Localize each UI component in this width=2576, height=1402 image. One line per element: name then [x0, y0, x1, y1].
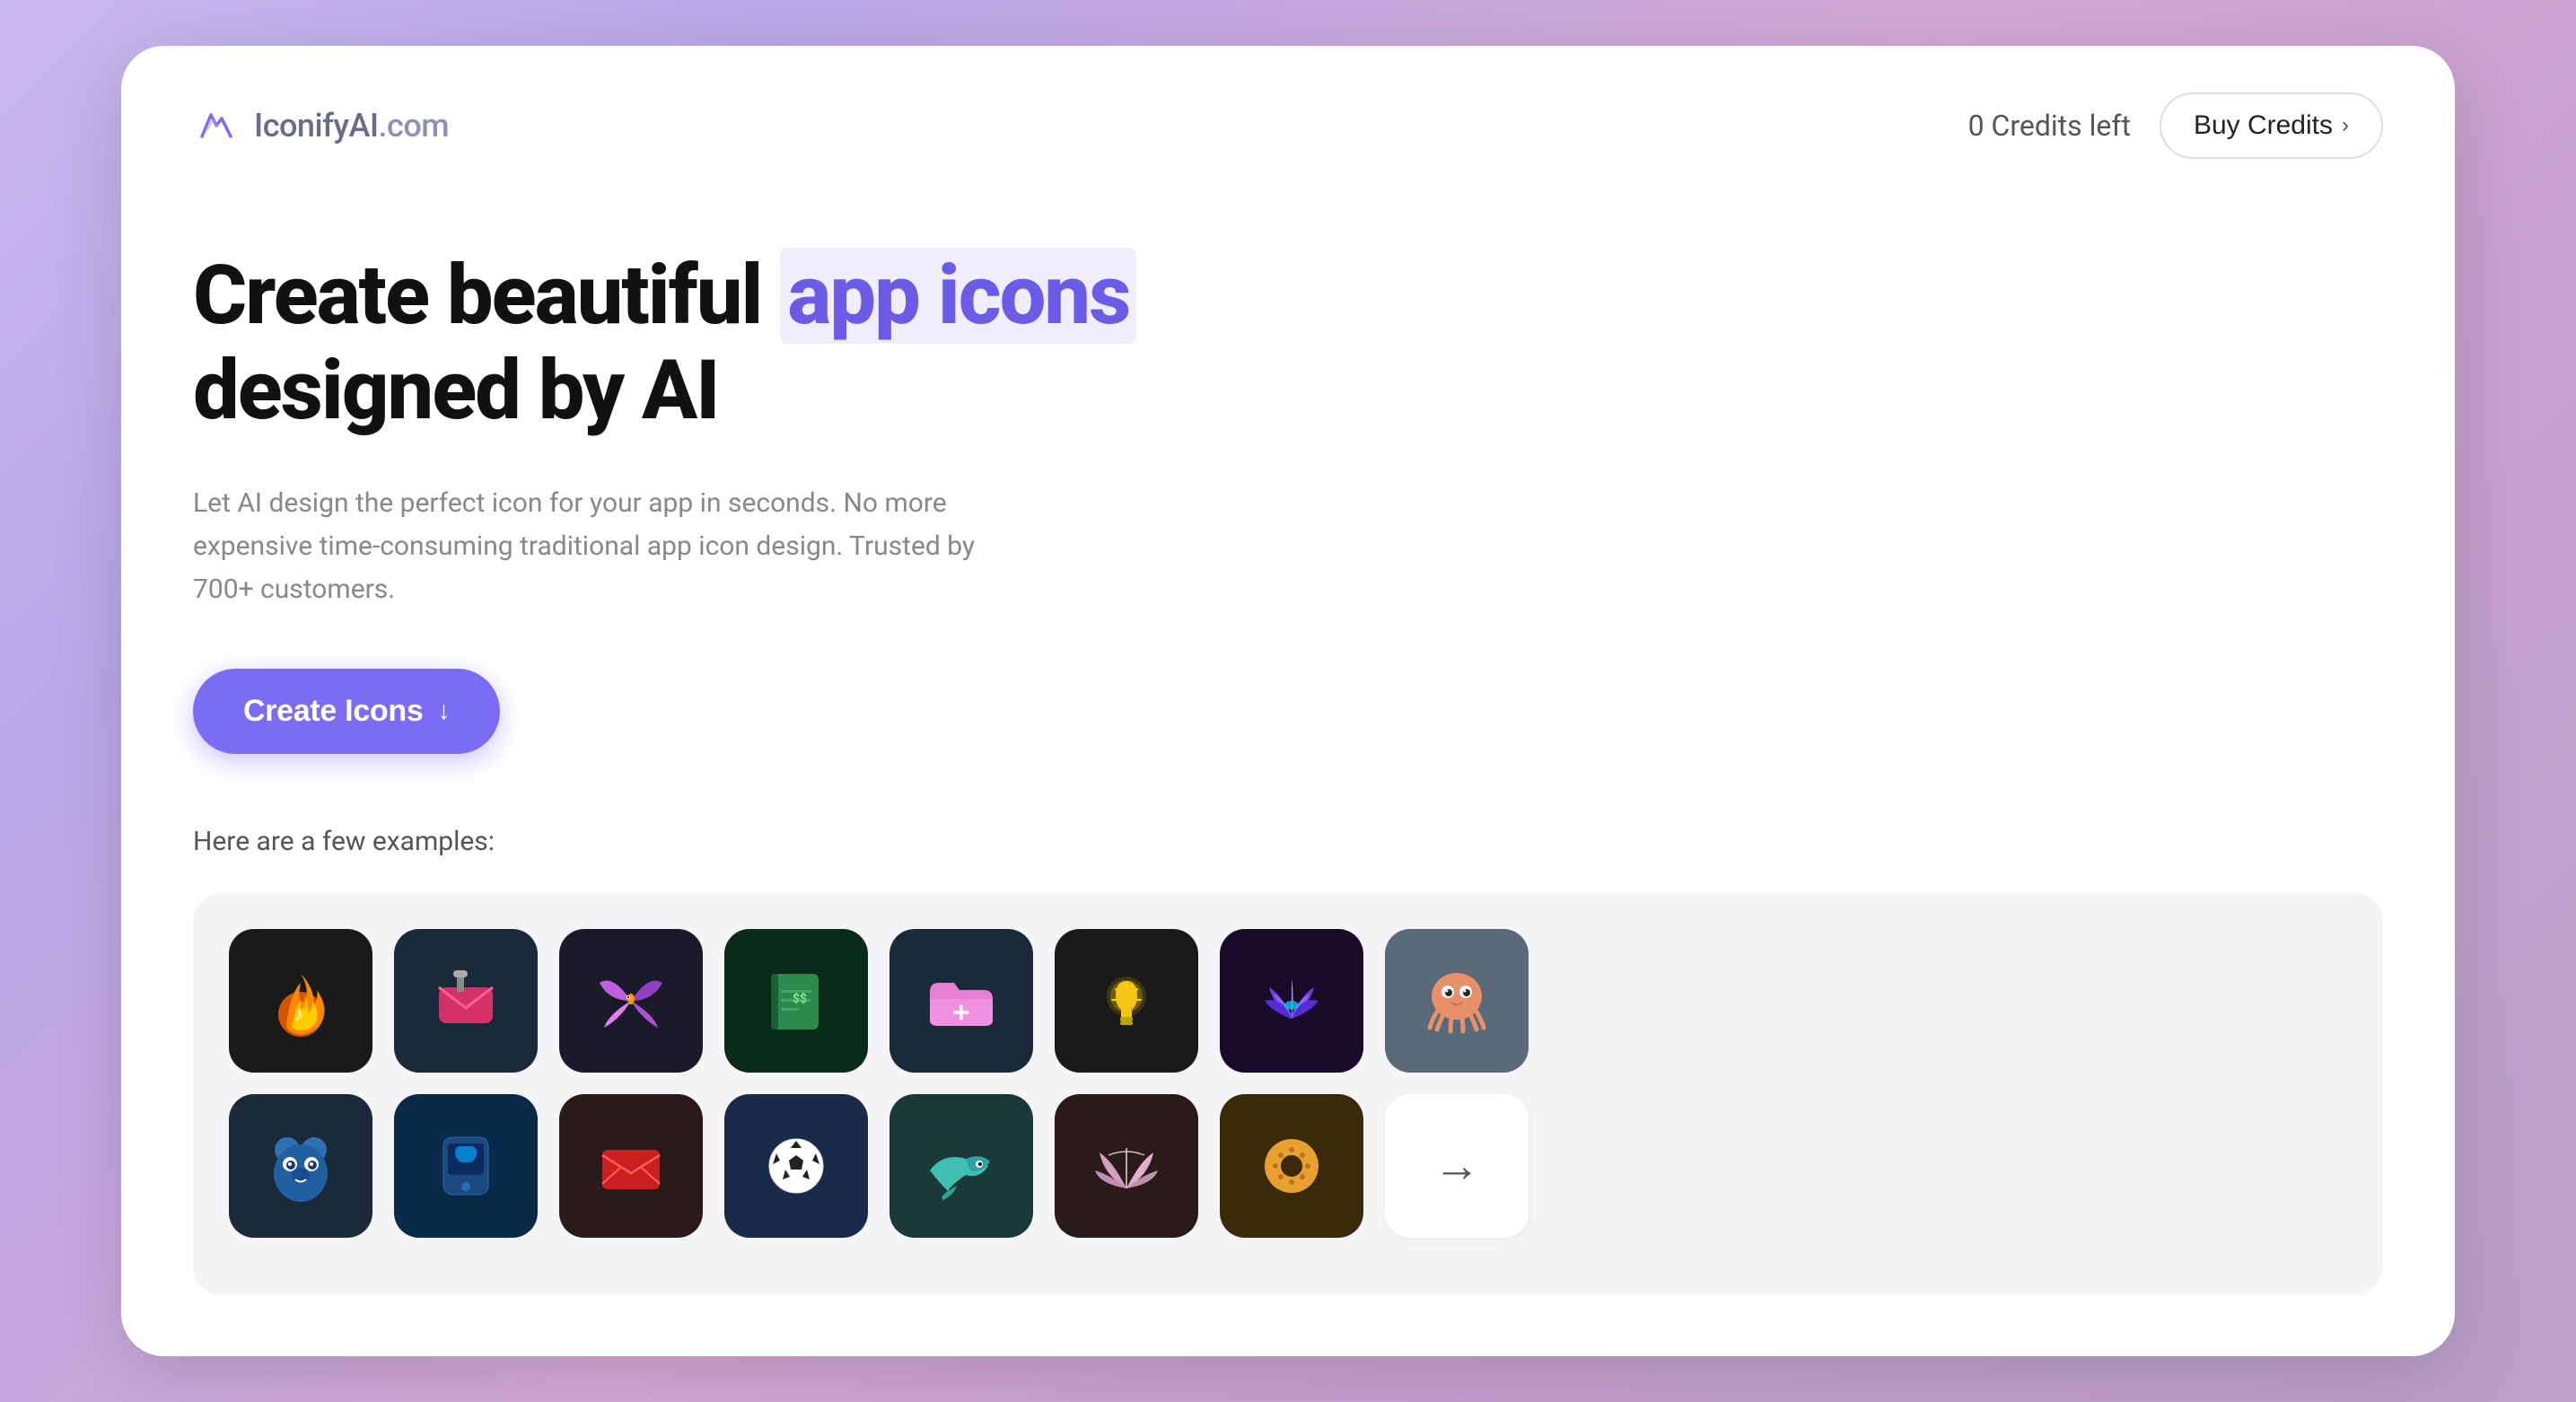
- examples-title: Here are a few examples:: [193, 826, 2383, 857]
- hero-section: Create beautiful app icons designed by A…: [121, 159, 2455, 754]
- list-item: [1055, 1094, 1198, 1238]
- hero-subtitle: Let AI design the perfect icon for your …: [193, 482, 1001, 611]
- svg-text:$: $: [793, 991, 800, 1006]
- list-item: [1220, 929, 1363, 1073]
- list-item: $ $: [724, 929, 868, 1073]
- buy-credits-label: Buy Credits: [2194, 110, 2333, 141]
- list-item: [394, 1094, 538, 1238]
- examples-grid: ♪: [193, 893, 2383, 1295]
- svg-text:$: $: [800, 991, 807, 1006]
- examples-row-1: ♪: [229, 929, 2347, 1073]
- hero-title: Create beautiful app icons designed by A…: [193, 249, 2383, 439]
- buy-credits-button[interactable]: Buy Credits ›: [2160, 92, 2383, 159]
- examples-row-2: →: [229, 1094, 2347, 1238]
- list-item: [559, 1094, 703, 1238]
- list-item: [889, 929, 1033, 1073]
- hero-title-part2: designed by AI: [193, 343, 719, 439]
- next-arrow-icon: →: [1433, 1138, 1480, 1193]
- header-right: 0 Credits left Buy Credits ›: [1968, 92, 2383, 159]
- create-icons-button[interactable]: Create Icons ↓: [193, 669, 500, 754]
- examples-section: Here are a few examples: ♪: [121, 754, 2455, 1295]
- main-card: IconifyAI.com 0 Credits left Buy Credits…: [121, 46, 2455, 1356]
- next-arrow-button[interactable]: →: [1385, 1094, 1529, 1238]
- list-item: [1055, 929, 1198, 1073]
- credits-display: 0 Credits left: [1968, 109, 2131, 143]
- list-item: [1385, 929, 1529, 1073]
- create-icons-label: Create Icons: [243, 694, 423, 729]
- chevron-right-icon: ›: [2342, 113, 2349, 138]
- list-item: [394, 929, 538, 1073]
- svg-text:♪: ♪: [294, 1003, 304, 1026]
- list-item: [1220, 1094, 1363, 1238]
- list-item: [229, 1094, 372, 1238]
- list-item: [724, 1094, 868, 1238]
- logo-icon: [193, 102, 240, 149]
- down-arrow-icon: ↓: [437, 697, 450, 725]
- logo: IconifyAI.com: [193, 102, 449, 149]
- list-item: [889, 1094, 1033, 1238]
- list-item: ♪: [229, 929, 372, 1073]
- logo-text: IconifyAI.com: [254, 107, 449, 145]
- header: IconifyAI.com 0 Credits left Buy Credits…: [121, 46, 2455, 159]
- hero-title-part1: Create beautiful: [193, 248, 780, 344]
- hero-title-highlight: app icons: [780, 248, 1136, 344]
- list-item: [559, 929, 703, 1073]
